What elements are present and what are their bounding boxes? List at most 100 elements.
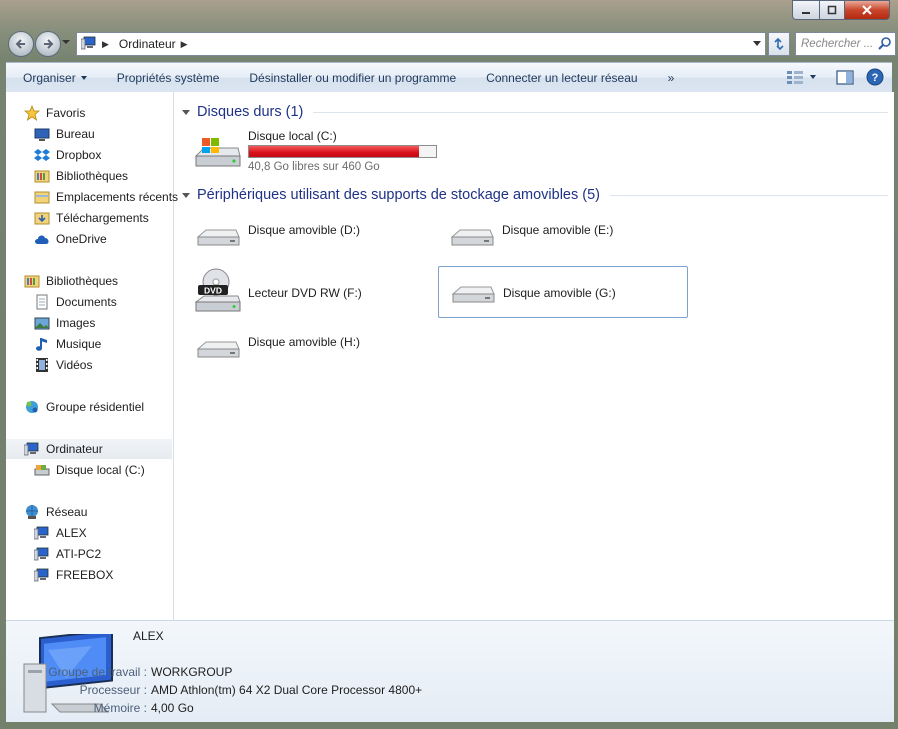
- nav-item-label: Emplacements récents: [56, 190, 179, 204]
- library-folder-icon: [24, 273, 40, 289]
- maximize-button[interactable]: [820, 0, 845, 20]
- downloads-folder-icon: [34, 210, 50, 226]
- drive-name: Disque amovible (E:): [502, 223, 614, 237]
- nav-item-images[interactable]: Images: [34, 313, 95, 333]
- nav-item-alex[interactable]: ALEX: [34, 523, 87, 543]
- drive-usage-bar: [248, 145, 437, 158]
- window-frame: ▶ Ordinateur ▶ Rechercher ... Organiser …: [0, 0, 898, 729]
- more-commands-button[interactable]: »: [653, 71, 690, 85]
- help-icon[interactable]: ?: [866, 68, 884, 86]
- nav-item-label: ALEX: [56, 526, 87, 540]
- nav-homegroup[interactable]: Groupe résidentiel: [24, 397, 144, 417]
- map-network-drive-button[interactable]: Connecter un lecteur réseau: [471, 71, 652, 85]
- drive-tile-d[interactable]: Disque amovible (D:): [184, 210, 434, 262]
- group-header-hard-disks[interactable]: Disques durs (1): [182, 102, 888, 122]
- drive-tile-g[interactable]: Disque amovible (G:): [438, 266, 688, 318]
- computer-icon: [24, 441, 40, 457]
- drive-tile-e[interactable]: Disque amovible (E:): [438, 210, 688, 262]
- network-computer-icon: [34, 525, 50, 541]
- memory-value: 4,00 Go: [151, 701, 194, 715]
- nav-item-label: Musique: [56, 337, 102, 351]
- drive-tile-c[interactable]: Disque local (C:) 40,8 Go libres sur 460…: [184, 124, 437, 178]
- svg-text:?: ?: [872, 72, 879, 84]
- breadcrumb-separator-icon[interactable]: ▶: [181, 39, 188, 50]
- nav-libraries-label: Bibliothèques: [46, 274, 119, 288]
- removable-drive-icon: [448, 224, 496, 253]
- nav-item-recent-places[interactable]: Emplacements récents: [34, 187, 178, 207]
- nav-item-bibliotheques[interactable]: Bibliothèques: [34, 166, 128, 186]
- nav-item-onedrive[interactable]: OneDrive: [34, 229, 107, 249]
- recent-places-icon: [34, 189, 50, 205]
- content-pane: Disques durs (1) Disque local (C:) 40,8 …: [174, 92, 894, 620]
- minimize-button[interactable]: [792, 0, 820, 20]
- recent-pages-dropdown[interactable]: [62, 40, 70, 44]
- command-bar: Organiser Propriétés système Désinstalle…: [6, 62, 892, 93]
- refresh-button[interactable]: [768, 32, 790, 56]
- nav-item-ati-pc2[interactable]: ATI-PC2: [34, 544, 101, 564]
- drive-tile-f[interactable]: DVD Lecteur DVD RW (F:): [184, 266, 434, 318]
- network-computer-icon: [34, 567, 50, 583]
- drive-name: Lecteur DVD RW (F:): [248, 286, 362, 300]
- nav-item-label: Bibliothèques: [56, 169, 129, 183]
- nav-item-freebox[interactable]: FREEBOX: [34, 565, 113, 585]
- chevron-down-icon: [810, 75, 816, 79]
- nav-item-label: Vidéos: [56, 358, 93, 372]
- view-controls: ?: [786, 68, 884, 86]
- nav-computer[interactable]: Ordinateur: [6, 439, 172, 459]
- minimize-icon: [802, 12, 810, 14]
- forward-button[interactable]: [35, 31, 61, 57]
- drive-name: Disque amovible (D:): [248, 223, 361, 237]
- system-properties-button[interactable]: Propriétés système: [102, 71, 235, 85]
- close-icon: [862, 5, 872, 15]
- nav-item-label: ATI-PC2: [56, 547, 102, 561]
- computer-name: ALEX: [133, 629, 164, 643]
- breadcrumb-separator-icon[interactable]: ▶: [102, 39, 109, 50]
- drive-name: Disque amovible (H:): [248, 335, 361, 349]
- explorer-main: Favoris Bureau Dropbox Bibliothèques Emp…: [6, 92, 894, 722]
- nav-libraries[interactable]: Bibliothèques: [24, 271, 118, 291]
- close-button[interactable]: [845, 0, 890, 20]
- nav-item-local-disk-c[interactable]: Disque local (C:): [34, 460, 145, 480]
- address-history-dropdown[interactable]: [753, 41, 761, 46]
- nav-item-label: Disque local (C:): [56, 463, 145, 477]
- navigation-bar: ▶ Ordinateur ▶ Rechercher ...: [6, 28, 896, 58]
- nav-network[interactable]: Réseau: [24, 502, 87, 522]
- hard-drive-icon: [34, 462, 50, 478]
- nav-item-documents[interactable]: Documents: [34, 292, 117, 312]
- group-header-removable[interactable]: Périphériques utilisant des supports de …: [182, 185, 888, 205]
- drive-tile-h[interactable]: Disque amovible (H:): [184, 322, 434, 374]
- change-view-button[interactable]: [786, 70, 816, 84]
- collapse-triangle-icon: [182, 192, 190, 198]
- system-hard-drive-icon: [194, 134, 242, 173]
- nav-favorites[interactable]: Favoris: [24, 103, 85, 123]
- nav-item-label: Téléchargements: [56, 211, 149, 225]
- processor-label: Processeur :: [79, 683, 147, 697]
- arrow-right-icon: [44, 39, 54, 49]
- preview-pane-icon[interactable]: [836, 69, 854, 85]
- memory-label: Mémoire :: [93, 701, 147, 715]
- arrow-left-icon: [15, 39, 25, 49]
- organize-button[interactable]: Organiser: [6, 71, 102, 85]
- back-button[interactable]: [8, 31, 34, 57]
- search-input[interactable]: Rechercher ...: [795, 32, 896, 56]
- nav-favorites-label: Favoris: [46, 106, 86, 120]
- drive-name: Disque amovible (G:): [503, 286, 616, 300]
- address-bar[interactable]: ▶ Ordinateur ▶: [76, 32, 766, 56]
- memory-property: Mémoire : 4,00 Go: [20, 701, 194, 715]
- collapse-triangle-icon: [182, 109, 190, 115]
- nav-item-musique[interactable]: Musique: [34, 334, 101, 354]
- dvd-drive-icon: DVD: [194, 268, 242, 317]
- refresh-icon: [774, 37, 784, 51]
- chevron-down-icon: [80, 76, 87, 81]
- nav-homegroup-label: Groupe résidentiel: [46, 400, 145, 414]
- drive-name: Disque local (C:): [248, 129, 337, 143]
- desktop-icon: [34, 126, 50, 142]
- view-icon: [787, 71, 803, 84]
- nav-item-dropbox[interactable]: Dropbox: [34, 145, 101, 165]
- nav-item-bureau[interactable]: Bureau: [34, 124, 95, 144]
- nav-item-telechargements[interactable]: Téléchargements: [34, 208, 149, 228]
- breadcrumb-ordinateur[interactable]: Ordinateur: [119, 37, 176, 51]
- search-icon[interactable]: [878, 36, 892, 50]
- uninstall-program-button[interactable]: Désinstaller ou modifier un programme: [234, 71, 471, 85]
- nav-item-videos[interactable]: Vidéos: [34, 355, 92, 375]
